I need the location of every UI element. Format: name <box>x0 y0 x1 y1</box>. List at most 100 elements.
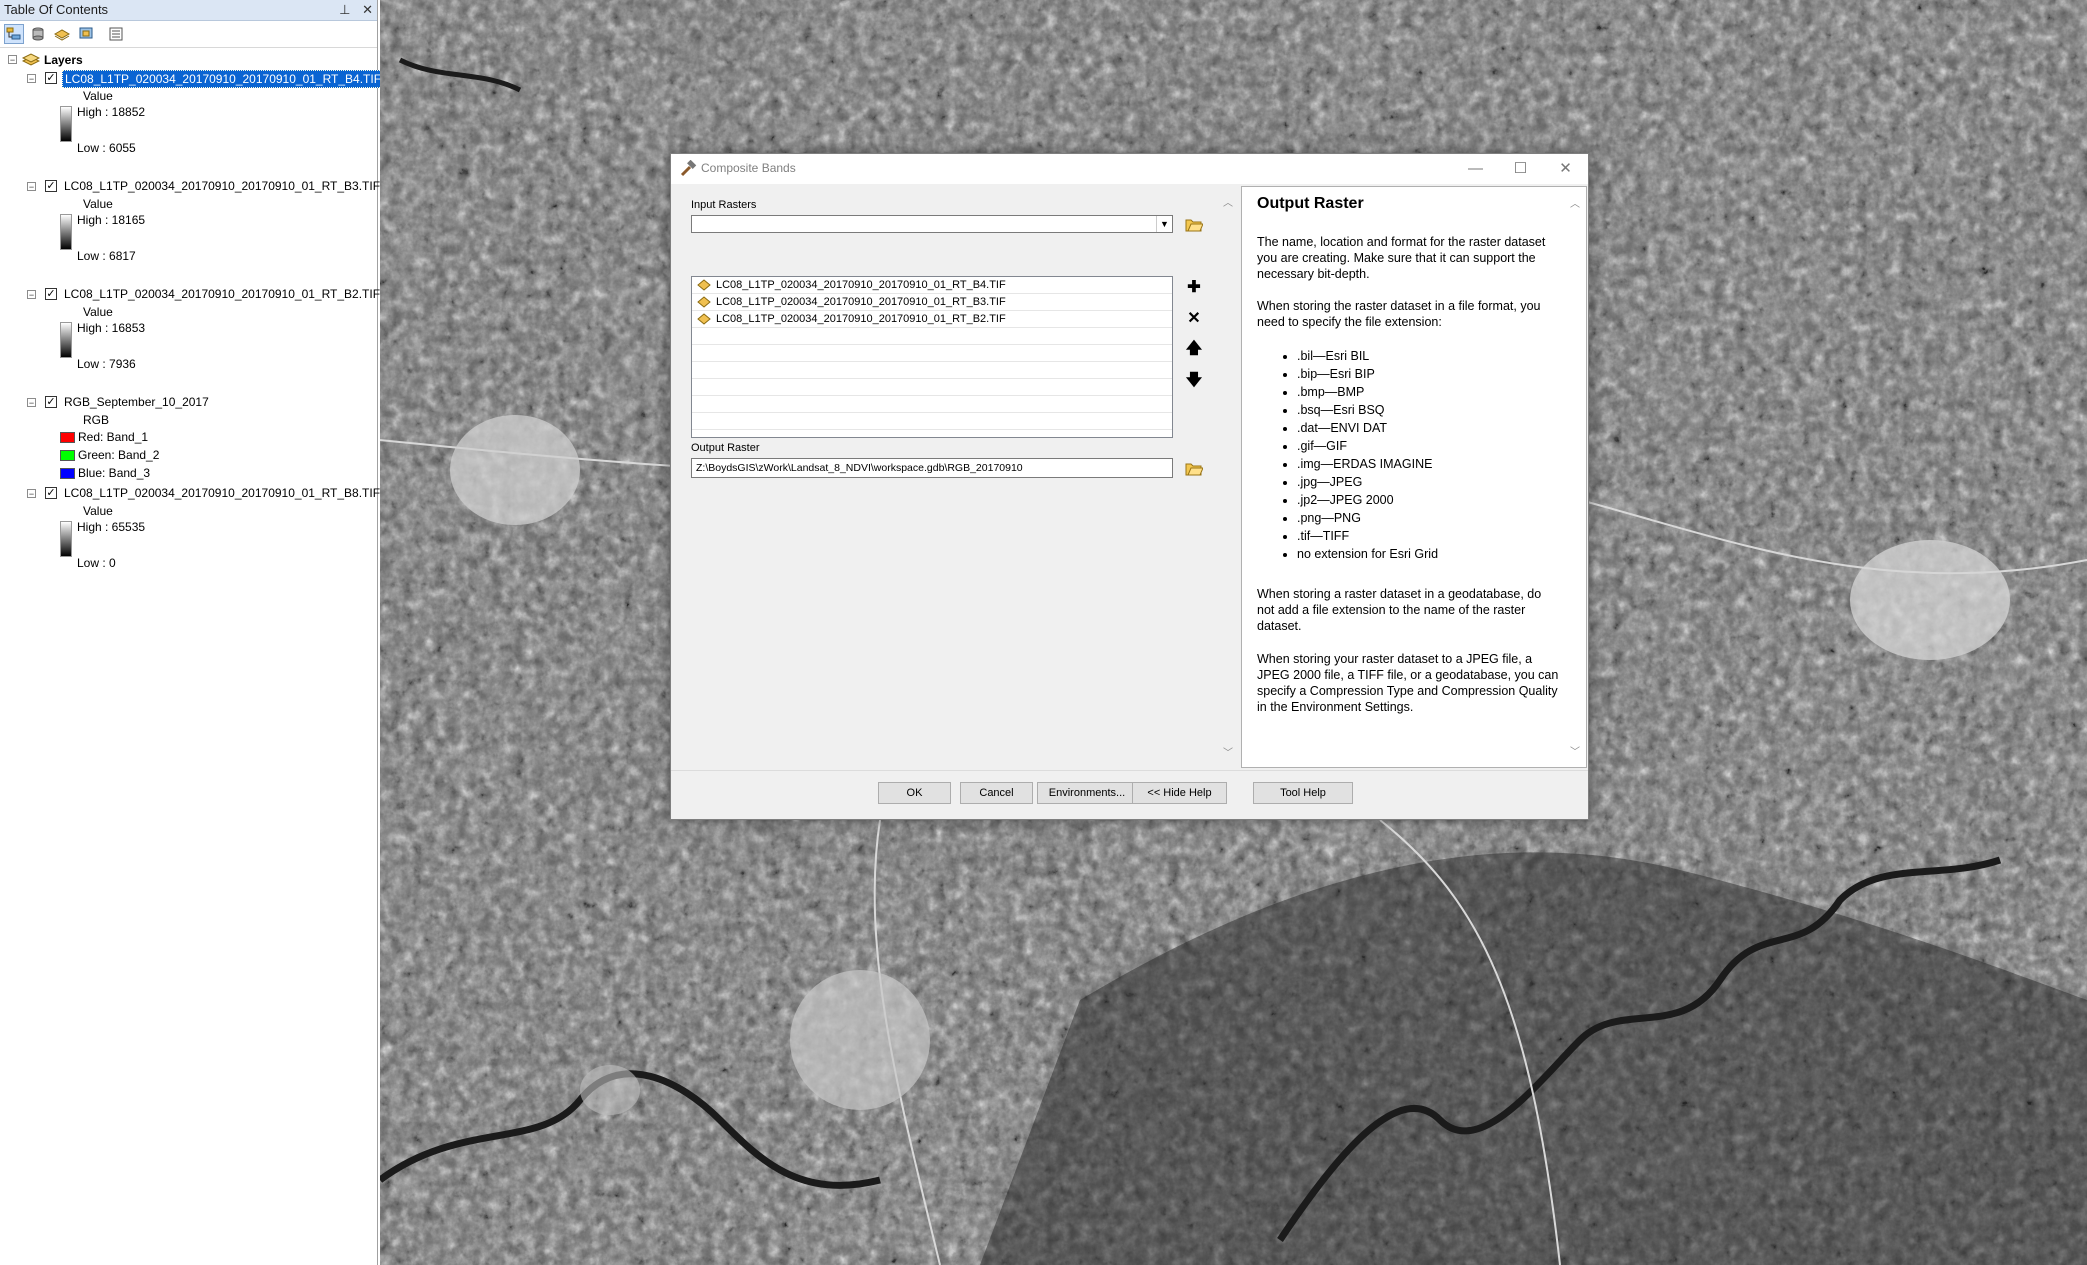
layer-visibility-checkbox[interactable]: ✓ <box>45 487 57 499</box>
minimize-button[interactable]: — <box>1453 154 1498 184</box>
list-item-empty[interactable] <box>692 328 1172 345</box>
help-pane: Output Raster The name, location and for… <box>1241 186 1587 768</box>
list-item: .dat—ENVI DAT <box>1297 419 1562 437</box>
grayscale-ramp[interactable] <box>60 521 72 557</box>
layer-visibility-checkbox[interactable]: ✓ <box>45 396 57 408</box>
options-icon[interactable] <box>106 24 126 44</box>
list-item[interactable]: LC08_L1TP_020034_20170910_20170910_01_RT… <box>692 311 1172 328</box>
scroll-down-icon[interactable]: ﹀ <box>1221 744 1235 759</box>
layer-visibility-checkbox[interactable]: ✓ <box>45 288 57 300</box>
table-of-contents-panel: Table Of Contents ⊥ ✕ − Layers − ✓ LC08_… <box>0 0 385 1265</box>
list-item-empty[interactable] <box>692 413 1172 430</box>
layer-name-b4[interactable]: LC08_L1TP_020034_20170910_20170910_01_RT… <box>62 70 385 88</box>
list-by-visibility-icon[interactable] <box>52 24 72 44</box>
dialog-titlebar[interactable]: Composite Bands — ☐ ✕ <box>671 154 1588 184</box>
help-paragraph: The name, location and format for the ra… <box>1257 235 1546 281</box>
legend-high: High : 18165 <box>77 213 146 227</box>
layers-icon <box>22 53 40 66</box>
list-item-label: LC08_L1TP_020034_20170910_20170910_01_RT… <box>716 313 1006 325</box>
collapse-layer-toggle[interactable]: − <box>27 290 36 300</box>
legend-high: High : 18852 <box>77 105 146 119</box>
green-band-swatch[interactable] <box>60 450 75 461</box>
layer-visibility-checkbox[interactable]: ✓ <box>45 180 57 192</box>
layer-name-b3[interactable]: LC08_L1TP_020034_20170910_20170910_01_RT… <box>64 178 380 194</box>
scroll-down-icon[interactable]: ﹀ <box>1568 743 1582 758</box>
layer-name-b8[interactable]: LC08_L1TP_020034_20170910_20170910_01_RT… <box>64 485 380 501</box>
list-item-empty[interactable] <box>692 396 1172 413</box>
ok-button[interactable]: OK <box>878 782 951 804</box>
grayscale-ramp[interactable] <box>60 322 72 358</box>
list-item-empty[interactable] <box>692 379 1172 396</box>
layers-root-label[interactable]: Layers <box>44 52 83 68</box>
parameters-pane: Input Rasters ▼ LC08_L1TP_020034_2017091… <box>671 184 1237 770</box>
extension-list: .bil—Esri BIL .bip—Esri BIP .bmp—BMP .bs… <box>1257 347 1562 563</box>
legend-header: Value <box>83 305 113 319</box>
legend-low: Low : 6055 <box>77 141 136 155</box>
collapse-layers-toggle[interactable]: − <box>8 55 17 65</box>
hide-help-button[interactable]: << Hide Help <box>1132 782 1227 804</box>
scroll-up-icon[interactable]: ︿ <box>1568 195 1582 210</box>
list-item-label: LC08_L1TP_020034_20170910_20170910_01_RT… <box>716 279 1006 291</box>
maximize-button[interactable]: ☐ <box>1498 154 1543 184</box>
help-title: Output Raster <box>1257 195 1364 212</box>
folder-open-icon <box>1185 219 1203 232</box>
legend-header: Value <box>83 89 113 103</box>
move-up-icon[interactable]: 🡅 <box>1183 339 1205 361</box>
tool-help-button[interactable]: Tool Help <box>1253 782 1353 804</box>
output-raster-label: Output Raster <box>691 442 760 454</box>
list-item-empty[interactable] <box>692 362 1172 379</box>
list-item-empty[interactable] <box>692 345 1172 362</box>
legend-high: High : 16853 <box>77 321 146 335</box>
list-item: .bip—Esri BIP <box>1297 365 1562 383</box>
raster-dataset-icon <box>697 279 711 291</box>
green-band-label: Green: Band_2 <box>78 448 160 462</box>
blue-band-label: Blue: Band_3 <box>78 466 151 480</box>
dialog-title: Composite Bands <box>701 161 796 175</box>
list-item[interactable]: LC08_L1TP_020034_20170910_20170910_01_RT… <box>692 294 1172 311</box>
toc-titlebar: Table Of Contents ⊥ ✕ <box>0 0 377 21</box>
grayscale-ramp[interactable] <box>60 106 72 142</box>
list-item[interactable]: LC08_L1TP_020034_20170910_20170910_01_RT… <box>692 277 1172 294</box>
composite-bands-dialog: Composite Bands — ☐ ✕ Input Rasters ▼ LC… <box>670 153 1589 820</box>
help-paragraph: When storing a raster dataset in a geoda… <box>1257 587 1542 633</box>
collapse-layer-toggle[interactable]: − <box>27 489 36 499</box>
list-by-drawing-order-icon[interactable] <box>4 24 24 44</box>
layer-name-b2[interactable]: LC08_L1TP_020034_20170910_20170910_01_RT… <box>64 286 380 302</box>
toc-title: Table Of Contents <box>4 2 109 17</box>
scroll-up-icon[interactable]: ︿ <box>1221 194 1235 209</box>
pin-icon[interactable]: ⊥ <box>339 2 350 17</box>
remove-icon[interactable]: ✕ <box>1183 307 1205 329</box>
collapse-layer-toggle[interactable]: − <box>27 182 36 192</box>
add-icon[interactable]: ✚ <box>1183 276 1205 298</box>
input-rasters-list[interactable]: LC08_L1TP_020034_20170910_20170910_01_RT… <box>691 276 1173 438</box>
environments-button[interactable]: Environments... <box>1037 782 1137 804</box>
output-raster-field[interactable]: Z:\BoydsGIS\zWork\Landsat_8_NDVI\workspa… <box>691 458 1173 478</box>
browse-output-button[interactable] <box>1183 457 1205 479</box>
folder-open-icon <box>1185 463 1203 476</box>
collapse-layer-toggle[interactable]: − <box>27 398 36 408</box>
list-item: .tif—TIFF <box>1297 527 1562 545</box>
list-item-label: LC08_L1TP_020034_20170910_20170910_01_RT… <box>716 296 1006 308</box>
blue-band-swatch[interactable] <box>60 468 75 479</box>
layer-visibility-checkbox[interactable]: ✓ <box>45 72 57 84</box>
move-down-icon[interactable]: 🡇 <box>1183 371 1205 393</box>
raster-dataset-icon <box>697 313 711 325</box>
input-rasters-combo[interactable]: ▼ <box>691 215 1173 233</box>
list-by-selection-icon[interactable] <box>76 24 96 44</box>
legend-header: RGB <box>83 413 110 427</box>
toc-toolbar <box>0 21 377 48</box>
cancel-button[interactable]: Cancel <box>960 782 1033 804</box>
layer-name-rgb[interactable]: RGB_September_10_2017 <box>64 394 209 410</box>
red-band-label: Red: Band_1 <box>78 430 149 444</box>
list-item: .bsq—Esri BSQ <box>1297 401 1562 419</box>
list-by-source-icon[interactable] <box>28 24 48 44</box>
collapse-layer-toggle[interactable]: − <box>27 74 36 84</box>
red-band-swatch[interactable] <box>60 432 75 443</box>
browse-input-button[interactable] <box>1183 213 1205 235</box>
list-item: .bmp—BMP <box>1297 383 1562 401</box>
grayscale-ramp[interactable] <box>60 214 72 250</box>
close-icon[interactable]: ✕ <box>362 2 373 17</box>
chevron-down-icon[interactable]: ▼ <box>1156 216 1172 232</box>
list-item: .gif—GIF <box>1297 437 1562 455</box>
close-button[interactable]: ✕ <box>1543 154 1588 184</box>
